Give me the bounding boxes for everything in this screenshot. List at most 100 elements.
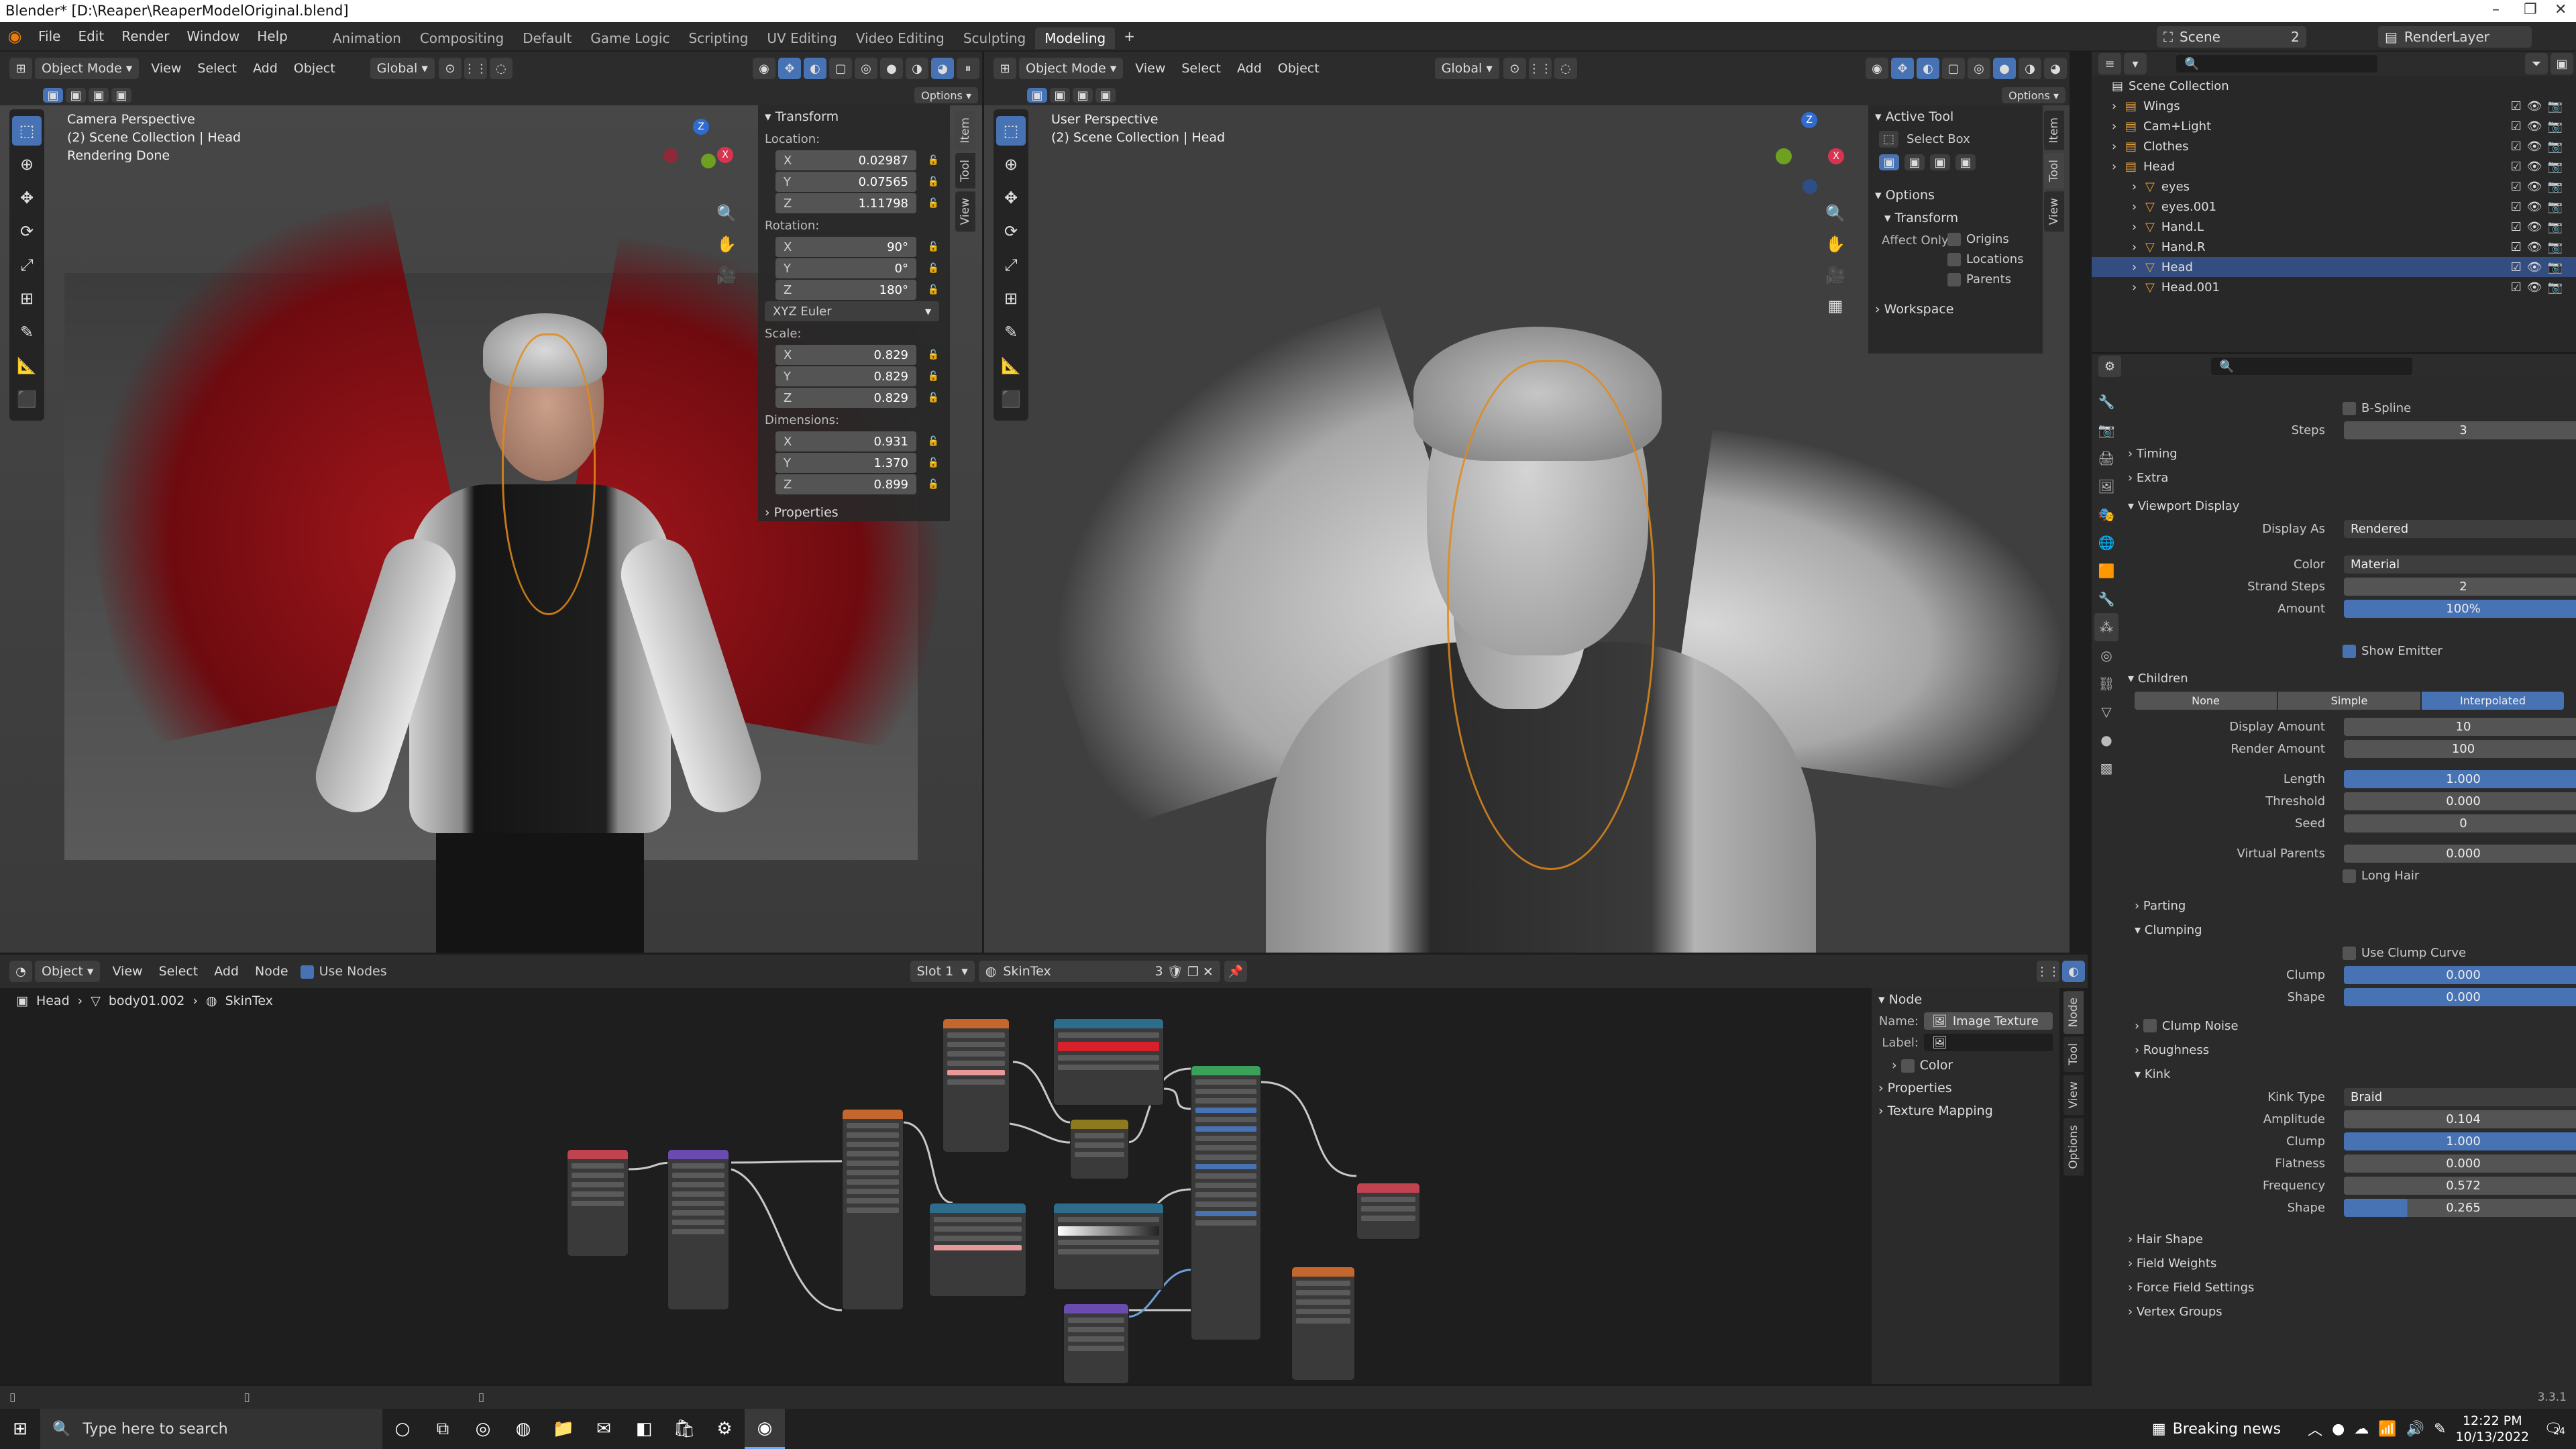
menu-select[interactable]: Select [189,61,245,76]
material-selector[interactable]: ◍ SkinTex 3 🛡 ❐ ✕ [978,961,1220,982]
render-amount-field[interactable]: 100 [2344,740,2576,758]
active-tool-panel-title[interactable]: ▾ Active Tool [1868,105,2043,128]
expand-arrow-icon[interactable]: › [2132,200,2145,214]
move-tool-icon[interactable]: ✥ [12,183,42,213]
cursor-tool-icon[interactable]: ⊕ [996,150,1026,179]
visibility-toggle-icons[interactable]: ☑👁📷 [2511,260,2568,274]
scale-x-field[interactable]: X 0.829 🔓 [775,345,939,365]
visibility-toggle-icons[interactable]: ☑👁📷 [2511,160,2568,174]
add-workspace-button[interactable]: + [1115,22,1144,51]
render-tab-icon[interactable]: 📷 [2094,416,2118,444]
menu-view[interactable]: View [143,61,189,76]
expand-arrow-icon[interactable]: › [2132,260,2145,274]
virtual-parents-field[interactable]: 0.000 [2344,845,2576,863]
lock-icon[interactable]: 🔓 [928,284,939,295]
tab-tool[interactable]: Tool [2063,1036,2084,1073]
rotation-x-field[interactable]: X 90° 🔓 [775,237,939,257]
long-hair-checkbox[interactable]: Long Hair [2343,869,2419,883]
dimension-z-field[interactable]: Z 0.899 🔓 [775,474,939,494]
object-mode-dropdown[interactable]: Object Mode ▾ [35,58,140,79]
lock-icon[interactable]: 🔓 [928,155,939,166]
tab-view[interactable]: View [2044,191,2064,232]
new-collection-icon[interactable]: ▣ [2551,53,2573,74]
cursor-tool-icon[interactable]: ⊕ [12,150,42,179]
node-panel-title[interactable]: ▾ Node [1872,988,2059,1011]
output-tab-icon[interactable]: 🖨 [2094,444,2118,472]
noise-texture-node[interactable] [842,1109,904,1310]
outliner-item[interactable]: › ▽ Head ☑👁📷 [2092,257,2576,277]
mode-invert-icon[interactable]: ▣ [1955,154,1976,170]
annotate-tool-icon[interactable]: ✎ [996,317,1026,347]
select-mode-subtract-icon[interactable]: ▣ [89,88,109,103]
lock-icon[interactable]: 🔓 [928,176,939,187]
image-texture-node[interactable] [1291,1267,1355,1381]
tab-item[interactable]: Item [2044,111,2064,150]
visibility-toggle-icons[interactable]: ☑👁📷 [2511,180,2568,194]
flatness-field[interactable]: 0.000 [2344,1155,2576,1173]
measure-tool-icon[interactable]: 📐 [996,351,1026,380]
pen-icon[interactable]: ✎ [2434,1421,2446,1438]
measure-tool-icon[interactable]: 📐 [12,351,42,380]
menu-file[interactable]: File [30,22,69,51]
options-dropdown[interactable]: Options ▾ [914,87,978,103]
threshold-field[interactable]: 0.000 [2344,792,2576,810]
select-mode-new-icon[interactable]: ▣ [1027,88,1047,103]
modifier-tab-icon[interactable]: 🔧 [2094,585,2118,613]
snap-icon[interactable]: ⋮⋮ [464,58,488,79]
grid-view-icon[interactable]: ▦ [1825,290,1845,321]
menu-object[interactable]: Object [1270,61,1328,76]
kink-type-dropdown[interactable]: Braid [2344,1088,2576,1106]
children-mode-none[interactable]: None [2135,691,2277,710]
expand-arrow-icon[interactable]: › [2132,220,2145,234]
outliner-search-input[interactable]: 🔍 [2176,55,2377,72]
minimize-button[interactable]: – [2492,1,2500,18]
parting-section[interactable]: › Parting [2121,894,2569,918]
pan-hand-icon[interactable]: ✋ [1825,229,1845,260]
material-tab-icon[interactable]: ● [2094,726,2118,754]
proportional-edit-icon[interactable]: ◌ [489,58,513,79]
scene-tab-icon[interactable]: 🎭 [2094,500,2118,529]
wireframe-shading-icon[interactable]: ◎ [1968,58,1990,79]
navigation-gizmo[interactable]: Z X [661,119,741,193]
volume-icon[interactable]: 🔊 [2406,1421,2424,1438]
lock-icon[interactable]: 🔓 [928,198,939,209]
rotate-tool-icon[interactable]: ⟳ [12,217,42,246]
menu-help[interactable]: Help [248,22,297,51]
outliner-item[interactable]: › ▤ Clothes ☑👁📷 [2092,136,2576,156]
seed-field[interactable]: 0 [2344,814,2576,833]
xray-icon[interactable]: ▢ [1942,58,1965,79]
visibility-icon[interactable]: ◉ [1866,58,1888,79]
visibility-toggle-icons[interactable]: ☑👁📷 [2511,99,2568,113]
rotation-z-field[interactable]: Z 180° 🔓 [775,280,939,300]
mode-set-icon[interactable]: ▣ [1879,154,1899,170]
clumping-section[interactable]: ▾ Clumping [2121,918,2569,942]
menu-add[interactable]: Add [245,61,286,76]
task-view-icon[interactable]: ⧉ [423,1409,463,1449]
select-mode-subtract-icon[interactable]: ▣ [1073,88,1093,103]
workspace-tab-sculpting[interactable]: Sculpting [954,28,1035,49]
workspace-tab-uv-editing[interactable]: UV Editing [757,28,846,49]
close-button[interactable]: ✕ [2555,1,2567,18]
dimension-y-field[interactable]: Y 1.370 🔓 [775,453,939,473]
children-section[interactable]: ▾ Children [2121,666,2569,690]
select-mode-invert-icon[interactable]: ▣ [1095,88,1116,103]
color-ramp-2-node[interactable] [1053,1203,1164,1290]
navigation-gizmo[interactable]: Z X [1769,112,1849,199]
rotation-y-field[interactable]: Y 0° 🔓 [775,258,939,278]
mapping-node[interactable] [667,1149,729,1310]
outliner-item[interactable]: › ▽ eyes ☑👁📷 [2092,176,2576,197]
viewport-display-section[interactable]: ▾ Viewport Display [2121,494,2569,518]
bspline-row[interactable]: B-Spline [2121,397,2569,419]
outliner-item[interactable]: › ▽ eyes.001 ☑👁📷 [2092,197,2576,217]
scale-y-field[interactable]: Y 0.829 🔓 [775,366,939,386]
tab-item[interactable]: Item [955,111,975,150]
lock-icon[interactable]: 🔓 [928,350,939,360]
principled-bsdf-node[interactable] [1191,1065,1261,1340]
visibility-toggle-icons[interactable]: ☑👁📷 [2511,240,2568,254]
menu-view[interactable]: View [1127,61,1173,76]
outliner-item[interactable]: › ▽ Hand.R ☑👁📷 [2092,237,2576,257]
clump-slider[interactable]: 0.000 [2344,966,2576,984]
news-widget[interactable]: ▦ Breaking news [2152,1421,2281,1438]
left-viewport[interactable]: Camera Perspective (2) Scene Collection … [0,105,982,953]
transform-tool-icon[interactable]: ⊞ [996,284,1026,313]
